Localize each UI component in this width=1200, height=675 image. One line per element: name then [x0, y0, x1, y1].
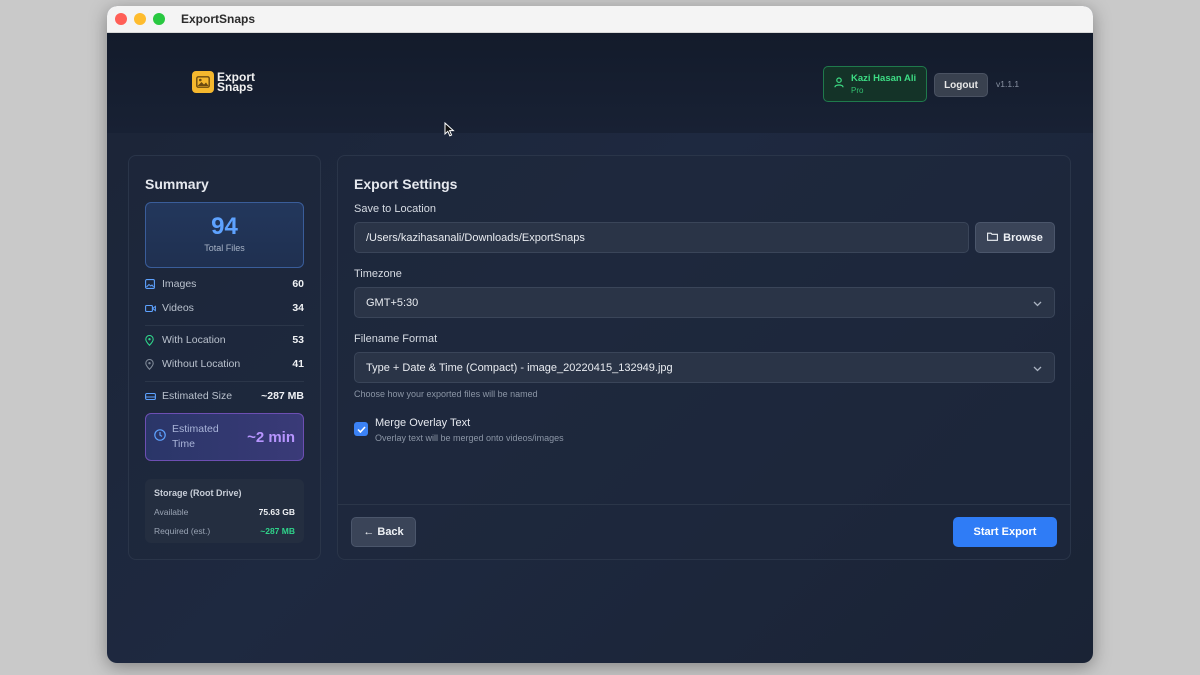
user-name: Kazi Hasan Ali	[851, 73, 917, 84]
filename-format-select[interactable]: Type + Date & Time (Compact) - image_202…	[354, 352, 1055, 383]
storage-card: Storage (Root Drive) Available 75.63 GB …	[145, 479, 304, 543]
footer-divider	[338, 504, 1070, 505]
storage-available-row: Available 75.63 GB	[154, 507, 295, 517]
save-location-input[interactable]: /Users/kazihasanali/Downloads/ExportSnap…	[354, 222, 969, 253]
video-icon	[145, 304, 157, 313]
merge-overlay-checkbox[interactable]	[354, 422, 368, 436]
stat-value: 53	[292, 334, 304, 346]
storage-title: Storage (Root Drive)	[154, 488, 242, 498]
stat-value: 60	[292, 278, 304, 290]
user-badge[interactable]: Kazi Hasan Ali Pro	[823, 66, 927, 102]
app-header: Export Snaps Kazi Hasan Ali Pro Logout v…	[107, 33, 1093, 137]
app-body: Export Snaps Kazi Hasan Ali Pro Logout v…	[107, 33, 1093, 663]
time-label-line-2: Time	[172, 438, 195, 450]
image-icon	[145, 279, 157, 289]
summary-title: Summary	[145, 176, 209, 192]
app-window: ExportSnaps Export Snaps Kazi Hasan Ali …	[107, 6, 1093, 663]
filename-format-label: Filename Format	[354, 333, 438, 345]
time-label-line-1: Estimated	[172, 423, 219, 435]
stat-with-location: With Location 53	[145, 334, 304, 346]
storage-value: ~287 MB	[260, 526, 295, 536]
clock-icon	[154, 428, 166, 446]
logo-text: Export Snaps	[217, 71, 255, 94]
divider	[145, 325, 304, 326]
storage-value: 75.63 GB	[258, 507, 295, 517]
export-settings-panel: Export Settings Save to Location /Users/…	[337, 155, 1071, 560]
summary-panel: Summary 94 Total Files Images 60 Videos …	[128, 155, 321, 560]
image-icon	[192, 71, 214, 93]
stat-label: Without Location	[162, 358, 241, 370]
stat-images: Images 60	[145, 278, 304, 290]
map-pin-icon	[145, 358, 157, 370]
stat-label: Estimated Size	[162, 390, 233, 402]
settings-title: Export Settings	[354, 176, 458, 192]
estimated-time-card: Estimated Time ~2 min	[145, 413, 304, 461]
timezone-select[interactable]: GMT+5:30	[354, 287, 1055, 318]
mouse-cursor-icon	[444, 121, 455, 142]
title-bar: ExportSnaps	[107, 6, 1093, 33]
stat-label: Images	[162, 278, 197, 290]
user-icon	[834, 75, 844, 93]
merge-overlay-description: Overlay text will be merged onto videos/…	[375, 433, 564, 443]
stat-label: Videos	[162, 302, 194, 314]
stat-value: ~287 MB	[261, 390, 304, 402]
minimize-window-button[interactable]	[134, 13, 146, 25]
stat-without-location: Without Location 41	[145, 358, 304, 370]
chevron-down-icon	[1033, 363, 1042, 375]
stat-estimated-size: Estimated Size ~287 MB	[145, 390, 304, 402]
map-pin-icon	[145, 334, 157, 346]
stat-value: 34	[292, 302, 304, 314]
stat-videos: Videos 34	[145, 302, 304, 314]
divider	[145, 381, 304, 382]
timezone-label: Timezone	[354, 268, 402, 280]
hard-drive-icon	[145, 392, 157, 401]
logo: Export Snaps	[192, 71, 255, 93]
estimated-time-value: ~2 min	[247, 428, 295, 446]
browse-label: Browse	[1003, 231, 1043, 244]
checkmark-icon	[356, 420, 366, 438]
storage-label: Required (est.)	[154, 526, 211, 536]
timezone-value: GMT+5:30	[366, 296, 419, 309]
total-files-label: Total Files	[204, 243, 245, 253]
storage-required-row: Required (est.) ~287 MB	[154, 526, 295, 536]
storage-label: Available	[154, 507, 189, 517]
logo-line-2: Snaps	[217, 80, 254, 94]
merge-overlay-label[interactable]: Merge Overlay Text	[375, 417, 470, 429]
window-controls	[115, 13, 165, 25]
total-files-count: 94	[211, 213, 238, 240]
back-button[interactable]: ← Back	[351, 517, 416, 547]
stat-label: With Location	[162, 334, 226, 346]
window-title: ExportSnaps	[181, 12, 256, 26]
user-plan: Pro	[851, 86, 864, 95]
start-export-button[interactable]: Start Export	[953, 517, 1057, 547]
zoom-window-button[interactable]	[153, 13, 165, 25]
stat-value: 41	[292, 358, 304, 370]
version-label: v1.1.1	[996, 79, 1020, 89]
filename-format-value: Type + Date & Time (Compact) - image_202…	[366, 361, 673, 374]
chevron-down-icon	[1033, 298, 1042, 310]
filename-format-hint: Choose how your exported files will be n…	[354, 389, 538, 399]
save-location-label: Save to Location	[354, 203, 436, 215]
folder-icon	[987, 232, 999, 244]
logout-button[interactable]: Logout	[934, 73, 988, 97]
estimated-time-label: Estimated Time	[172, 422, 219, 452]
close-window-button[interactable]	[115, 13, 127, 25]
total-files-card: 94 Total Files	[145, 202, 304, 268]
browse-button[interactable]: Browse	[975, 222, 1055, 253]
